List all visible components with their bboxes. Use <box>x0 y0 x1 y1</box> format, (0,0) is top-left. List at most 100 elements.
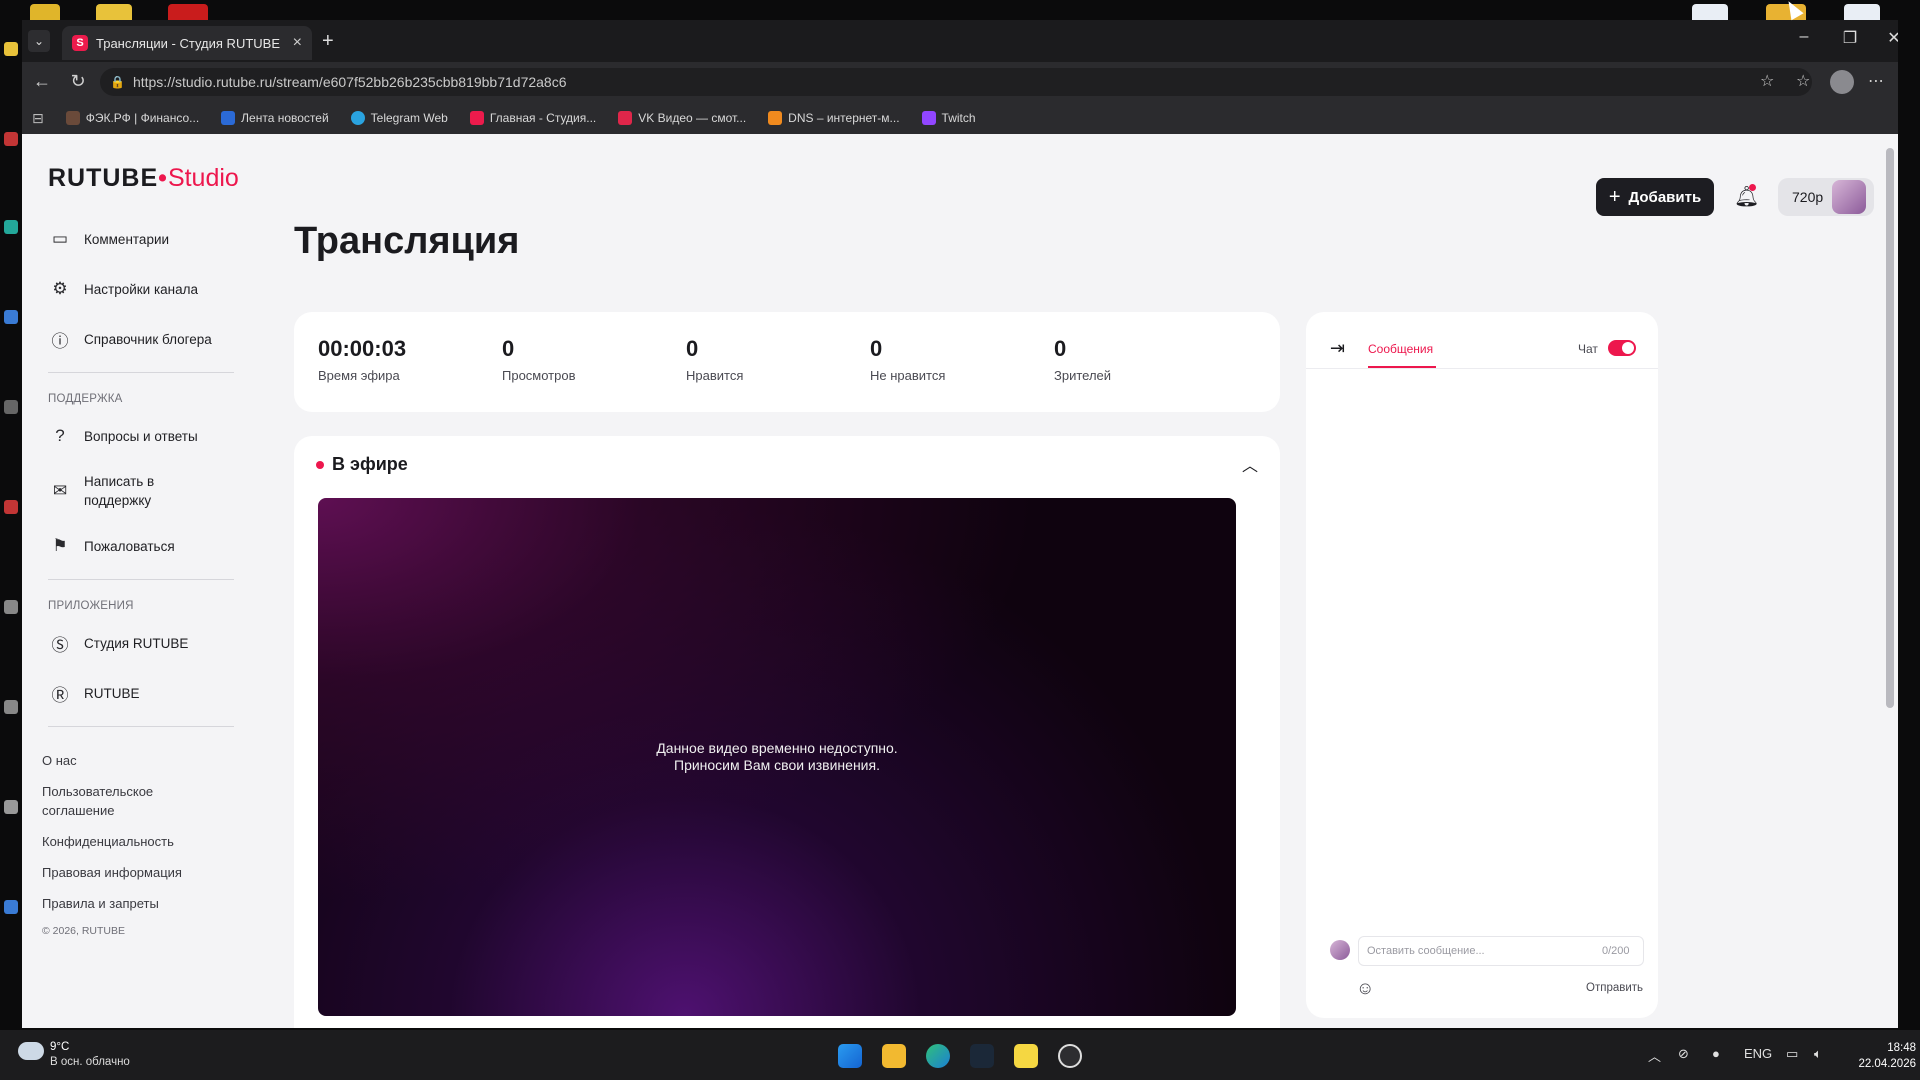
emoji-icon[interactable]: ☺ <box>1356 978 1374 999</box>
desktop-icon[interactable] <box>4 900 18 914</box>
question-icon: ? <box>55 426 65 445</box>
gear-icon: ⚙ <box>52 279 68 298</box>
footer-link-rules[interactable]: Правила и запреты <box>42 894 248 913</box>
live-title: В эфире <box>332 454 408 474</box>
collapse-chat-icon[interactable]: ⇥ <box>1330 338 1345 359</box>
desktop-icon[interactable] <box>4 400 18 414</box>
chat-toggle[interactable] <box>1608 340 1636 356</box>
network-icon[interactable]: ⊘ <box>1678 1046 1689 1062</box>
star-icon[interactable]: ☆ <box>1760 71 1774 91</box>
back-icon[interactable]: ← <box>30 71 54 92</box>
page-scrollbar[interactable] <box>1886 138 1894 1018</box>
stat-label: Нравится <box>686 368 744 383</box>
edge-browser-icon[interactable] <box>926 1044 950 1068</box>
system-clock[interactable]: 18:48 22.04.2026 <box>1858 1040 1916 1072</box>
add-button[interactable]: + Добавить <box>1596 178 1714 216</box>
sidebar-item-blogger-guide[interactable]: ⓘ Справочник блогера <box>48 314 248 364</box>
desktop-icon[interactable] <box>4 500 18 514</box>
footer-link-about[interactable]: О нас <box>42 751 248 770</box>
weather-cloud-icon[interactable] <box>18 1042 44 1060</box>
window-close-icon[interactable]: ✕ <box>1874 28 1898 48</box>
sidebar-item-report[interactable]: ⚑ Пожаловаться <box>48 521 248 571</box>
chat-char-counter: 0/200 <box>1602 945 1630 957</box>
new-tab-icon[interactable]: + <box>322 30 334 53</box>
bookmark-label: Telegram Web <box>370 111 448 125</box>
bookmark-label: DNS – интернет-м... <box>788 111 900 125</box>
footer-link-privacy[interactable]: Конфиденциальность <box>42 832 248 851</box>
footer-link-user-agreement[interactable]: Пользовательское соглашение <box>42 782 182 820</box>
bookmark-item[interactable]: DNS – интернет-м... <box>768 111 900 125</box>
steam-icon[interactable] <box>970 1044 994 1068</box>
desktop-icon[interactable] <box>4 600 18 614</box>
url-field[interactable]: 🔒 https://studio.rutube.ru/stream/e607f5… <box>100 68 1812 96</box>
desktop-icon[interactable] <box>4 220 18 234</box>
sidebar-item-rutube-app[interactable]: Ⓡ RUTUBE <box>48 668 248 718</box>
sidebar-item-write-support[interactable]: ✉ Написать в поддержку <box>48 461 248 521</box>
weather-description[interactable]: В осн. облачно <box>50 1056 130 1068</box>
sidebar-item-label: Пожаловаться <box>84 538 175 554</box>
logo-accent: Studio <box>167 164 239 192</box>
bookmarks-toggle-icon[interactable]: ⊟ <box>32 110 44 127</box>
file-explorer-icon[interactable] <box>882 1044 906 1068</box>
bookmark-item[interactable]: VK Видео — смот... <box>618 111 746 125</box>
sidebar-item-channel-settings[interactable]: ⚙ Настройки канала <box>48 264 248 314</box>
video-message-line: Приносим Вам свои извинения. <box>674 757 880 773</box>
favorites-icon[interactable]: ☆ <box>1796 71 1810 91</box>
restore-icon[interactable]: ❐ <box>1830 28 1870 48</box>
display-icon[interactable]: ▭ <box>1786 1046 1798 1062</box>
bookmark-favicon-icon <box>350 111 365 125</box>
obs-icon[interactable] <box>1058 1044 1082 1068</box>
minimize-icon[interactable]: – <box>1784 28 1824 46</box>
bookmark-favicon-icon <box>768 111 783 125</box>
bookmark-item[interactable]: Telegram Web <box>350 111 448 125</box>
video-player[interactable]: Данное видео временно недоступно. Принос… <box>318 498 1236 1016</box>
windows-start-icon[interactable] <box>838 1044 862 1068</box>
comment-icon: ▭ <box>51 229 69 248</box>
chevron-up-icon[interactable]: ︿ <box>1242 452 1258 476</box>
microphone-icon[interactable]: ● <box>1712 1046 1720 1061</box>
sidebar-section-apps: ПРИЛОЖЕНИЯ <box>48 600 134 612</box>
add-button-label: Добавить <box>1628 188 1702 206</box>
stat-label: Время эфира <box>318 368 400 383</box>
desktop-icon[interactable] <box>4 800 18 814</box>
rutube-studio-logo[interactable]: RUTUBE•Studio <box>48 164 239 193</box>
chat-card: ⇥ Сообщения Чат 0/200 ☺ Отправить <box>1306 312 1658 1018</box>
profile-icon[interactable] <box>1830 70 1854 94</box>
weather-temperature[interactable]: 9°C <box>50 1041 69 1053</box>
stat-value: 0 <box>1054 336 1067 361</box>
sidebar-item-faq[interactable]: ? Вопросы и ответы <box>48 411 248 461</box>
reload-icon[interactable]: ↻ <box>66 71 90 92</box>
desktop-icon[interactable] <box>4 132 18 146</box>
language-indicator[interactable]: ENG <box>1744 1046 1772 1061</box>
footer-link-legal[interactable]: Правовая информация <box>42 863 248 882</box>
desktop-icon[interactable] <box>4 700 18 714</box>
close-icon[interactable]: × <box>293 34 302 52</box>
bookmark-item[interactable]: Twitch <box>921 111 976 125</box>
scrollbar-thumb[interactable] <box>1886 148 1894 708</box>
logo-dot: • <box>158 164 168 192</box>
mail-icon: ✉ <box>52 481 68 500</box>
desktop-icon[interactable] <box>4 310 18 324</box>
send-button[interactable]: Отправить <box>1586 982 1643 994</box>
tray-expand-icon[interactable]: ︿ <box>1648 1046 1661 1065</box>
avatar[interactable] <box>1832 180 1866 214</box>
bookmark-item[interactable]: ФЭК.РФ | Финансо... <box>65 111 199 125</box>
more-icon[interactable]: ⋯ <box>1868 71 1884 91</box>
tab-messages[interactable]: Сообщения <box>1368 342 1433 356</box>
desktop-icon[interactable] <box>4 42 18 56</box>
stat-value: 0 <box>686 336 699 361</box>
sidebar-item-label: RUTUBE <box>84 685 140 701</box>
sidebar-item-comments[interactable]: ▭ Комментарии <box>48 214 248 264</box>
stat-value: 0 <box>502 336 515 361</box>
tab-bar: ⌄ S Трансляции - Студия RUTUBE × + – ❐ ✕ <box>22 20 1898 62</box>
sidebar-item-studio-app[interactable]: Ⓢ Студия RUTUBE <box>48 618 248 668</box>
bookmark-item[interactable]: Главная - Студия... <box>469 111 596 125</box>
browser-tab[interactable]: S Трансляции - Студия RUTUBE × <box>62 26 312 60</box>
volume-icon[interactable]: 🔈︎ <box>1814 1046 1822 1062</box>
app-icon[interactable] <box>1014 1044 1038 1068</box>
plus-icon: + <box>1608 185 1621 208</box>
tab-search-button[interactable]: ⌄ <box>28 30 50 52</box>
avatar <box>1330 940 1350 960</box>
bookmark-label: Лента новостей <box>241 111 329 125</box>
bookmark-item[interactable]: Лента новостей <box>221 111 329 125</box>
